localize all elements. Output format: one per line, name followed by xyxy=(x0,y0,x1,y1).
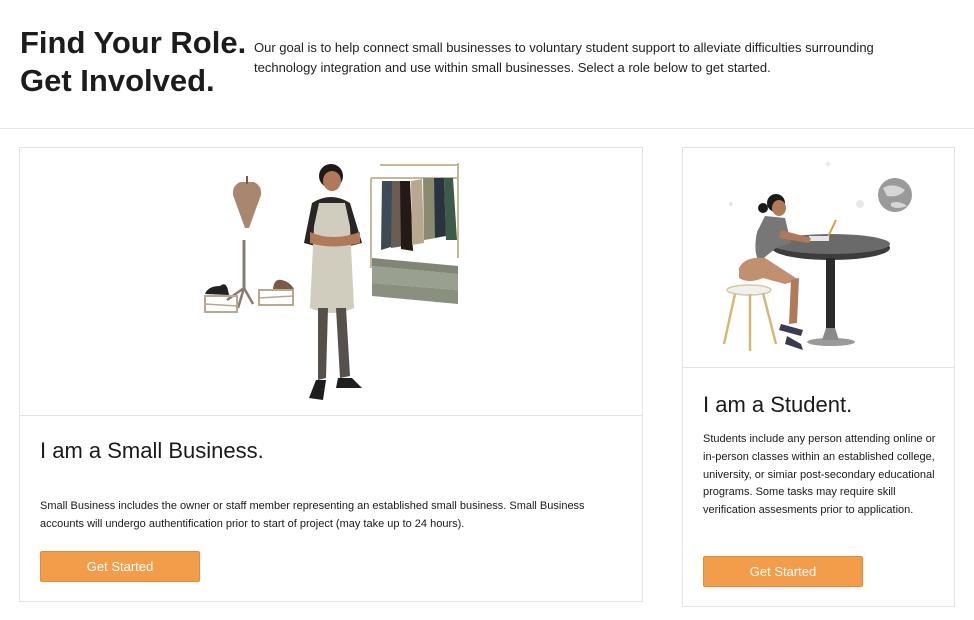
student-card: I am a Student. Students include any per… xyxy=(682,147,955,607)
student-description: Students include any person attending on… xyxy=(703,433,936,517)
intro-text: Our goal is to help connect small busine… xyxy=(254,40,874,75)
small-business-title: I am a Small Business. xyxy=(40,438,264,463)
small-business-description: Small Business includes the owner or sta… xyxy=(40,500,585,530)
decorative-dot-icon xyxy=(826,162,830,166)
shop-owner-person-icon xyxy=(304,164,362,400)
clothing-rack-icon xyxy=(370,163,459,304)
student-illustration xyxy=(683,148,954,368)
decorative-dot-icon xyxy=(729,202,733,206)
small-business-illustration xyxy=(20,148,642,416)
small-business-card: I am a Small Business. Small Business in… xyxy=(19,147,643,602)
shop-owner-illustration xyxy=(204,163,459,400)
headline-line-2: Get Involved. xyxy=(20,63,215,98)
student-studying-illustration xyxy=(722,162,912,351)
page-header: Find Your Role. Get Involved. Our goal i… xyxy=(0,0,974,129)
mannequin-icon xyxy=(226,176,262,309)
headline-line-1: Find Your Role. xyxy=(20,25,247,60)
student-title: I am a Student. xyxy=(703,392,853,417)
small-business-get-started-button[interactable]: Get Started xyxy=(40,551,200,582)
stool-icon xyxy=(722,284,778,351)
decorative-dot-icon xyxy=(856,200,864,208)
globe-icon xyxy=(878,178,912,212)
student-get-started-button[interactable]: Get Started xyxy=(703,556,863,587)
page-title: Find Your Role. Get Involved. xyxy=(20,24,246,100)
